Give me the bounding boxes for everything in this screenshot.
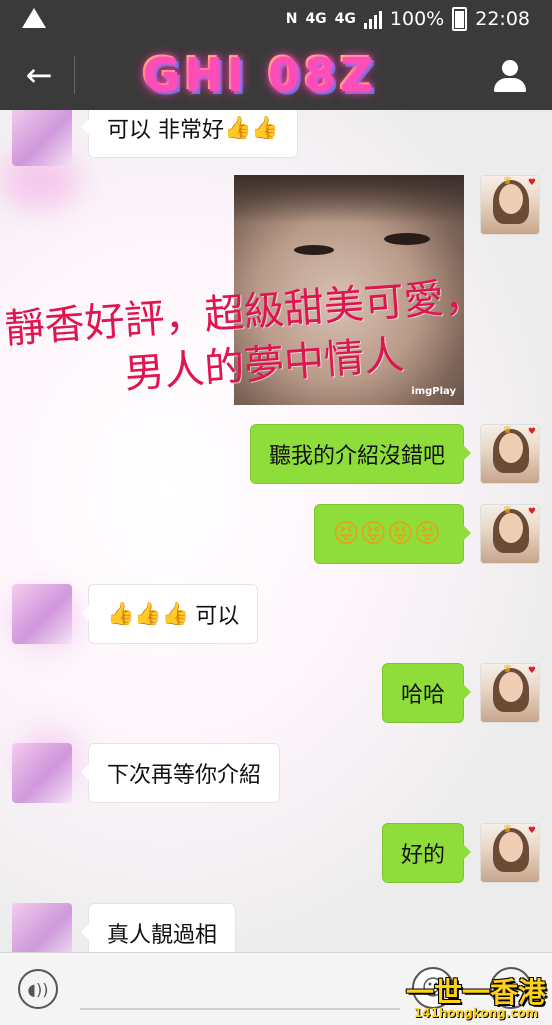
chat-header: ← GHI 08Z (0, 38, 552, 110)
status-bar: N 4G 4G 100% 22:08 (0, 0, 552, 38)
photo-watermark: imgPlay (411, 386, 456, 397)
back-arrow-icon[interactable]: ← (22, 58, 56, 92)
battery-icon (452, 7, 468, 31)
site-watermark-title: 一世一香港 (405, 976, 546, 1009)
message-text: 可以 非常好 (107, 118, 224, 143)
thumbs-up-icon: 👍👍👍 (107, 601, 190, 627)
notification-icon (22, 8, 46, 28)
header-divider (74, 56, 75, 94)
contact-avatar[interactable] (12, 110, 72, 166)
network-type-icon-2: 4G (334, 11, 356, 27)
message-text: 真人靚過相 (107, 923, 218, 948)
message-text: 下次再等你介紹 (107, 763, 262, 788)
my-avatar[interactable]: ♛ ♥ (480, 823, 540, 883)
message-bubble[interactable]: 哈哈 (381, 663, 472, 723)
clock: 22:08 (475, 8, 530, 30)
signal-icon (363, 9, 382, 29)
chat-area[interactable]: 可以 非常好 👍👍 imgPlay ♛ ♥ 靜香好評，超級甜美可愛， 男人的夢中情… (0, 110, 552, 952)
message-bubble[interactable]: 真人靚過相 (80, 903, 237, 952)
nfc-icon: N (285, 11, 298, 27)
my-avatar[interactable]: ♛ ♥ (480, 663, 540, 723)
voice-icon[interactable]: ◖)) (18, 969, 58, 1009)
message-bubble[interactable]: 聽我的介紹沒錯吧 (249, 424, 472, 484)
site-watermark-url: 141hongkong.com (413, 1006, 539, 1020)
input-bar: ◖)) ☺ + 一世一香港 141hongkong.com (0, 952, 552, 1025)
message-bubble[interactable]: 可以 非常好 👍👍 (81, 110, 298, 158)
message-text: 聽我的介紹沒錯吧 (268, 444, 445, 469)
my-avatar[interactable]: ♛ ♥ (480, 504, 540, 564)
message-input[interactable] (80, 1008, 400, 1010)
contact-avatar[interactable] (12, 584, 72, 644)
profile-icon[interactable] (494, 60, 526, 92)
battery-percent: 100% (389, 8, 445, 30)
status-icons: N 4G 4G 100% 22:08 (286, 6, 530, 32)
message-text: 哈哈 (400, 683, 445, 708)
my-avatar[interactable]: ♛ ♥ (480, 175, 540, 235)
chat-title: GHI 08Z (142, 48, 378, 102)
message-text: 可以 (195, 604, 240, 629)
message-bubble[interactable]: 👍👍👍 可以 (80, 584, 259, 644)
network-type-icon: 4G (305, 11, 327, 27)
message-bubble[interactable]: 好的 (381, 823, 472, 883)
contact-avatar[interactable] (12, 903, 72, 952)
contact-avatar[interactable] (12, 743, 72, 803)
thumbs-up-icon: 👍👍 (224, 115, 279, 141)
message-bubble[interactable]: 😝😝😝😝 (313, 504, 472, 564)
message-bubble[interactable]: 下次再等你介紹 (80, 743, 281, 803)
grin-emoji-icon: 😝😝😝😝 (332, 519, 441, 549)
my-avatar[interactable]: ♛ ♥ (480, 424, 540, 484)
message-text: 好的 (400, 843, 445, 868)
site-watermark: 一世一香港 141hongkong.com (405, 976, 546, 1020)
